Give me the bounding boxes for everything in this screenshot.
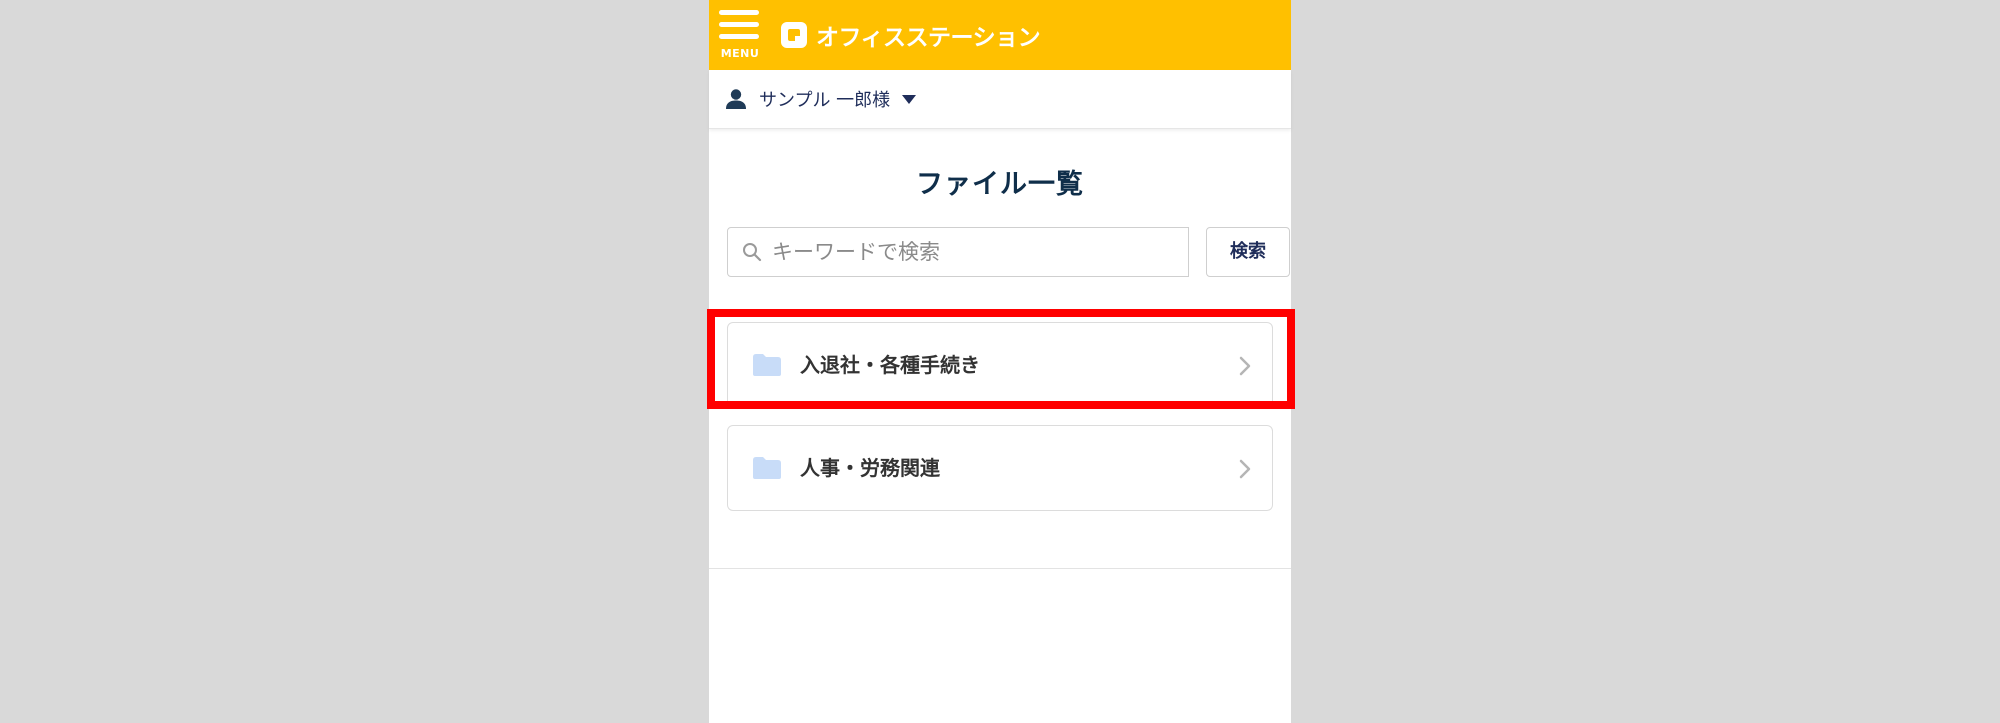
search-button[interactable]: 検索: [1206, 227, 1290, 277]
folder-label: 入退社・各種手続き: [800, 353, 980, 377]
search-box: [727, 227, 1189, 277]
hamburger-icon-line: [719, 34, 759, 39]
menu-label: MENU: [720, 47, 760, 60]
chevron-right-icon: [1239, 356, 1251, 376]
search-icon: [743, 243, 762, 262]
app-logo[interactable]: オフィスステーション: [780, 19, 1041, 51]
chevron-right-icon: [1239, 459, 1251, 479]
divider: [709, 568, 1291, 569]
search-form: 検索: [727, 227, 1290, 277]
hamburger-icon-line: [719, 22, 759, 27]
folder-item-hr-labor[interactable]: 人事・労務関連: [727, 425, 1273, 511]
mobile-screen: MENU オフィスステーション サンプル 一郎様 ファイル一覧 キーワードで検索…: [709, 0, 1291, 723]
office-station-logo-icon: [781, 22, 807, 48]
search-input[interactable]: [772, 228, 1177, 276]
menu-button[interactable]: MENU: [717, 8, 763, 62]
folder-icon: [753, 457, 781, 479]
person-icon: [726, 89, 746, 109]
folder-item-onboarding[interactable]: 入退社・各種手続き: [727, 322, 1273, 408]
top-header-bar: MENU オフィスステーション: [709, 0, 1291, 70]
caret-down-icon: [902, 94, 917, 104]
app-name: オフィスステーション: [816, 25, 1041, 51]
folder-label: 人事・労務関連: [800, 456, 940, 480]
user-name: サンプル 一郎様: [759, 90, 891, 111]
user-bar: サンプル 一郎様: [709, 70, 1291, 129]
user-menu-toggle[interactable]: サンプル 一郎様: [725, 86, 917, 112]
hamburger-icon-line: [719, 10, 759, 15]
page-title: ファイル一覧: [916, 169, 1084, 200]
folder-icon: [753, 354, 781, 376]
